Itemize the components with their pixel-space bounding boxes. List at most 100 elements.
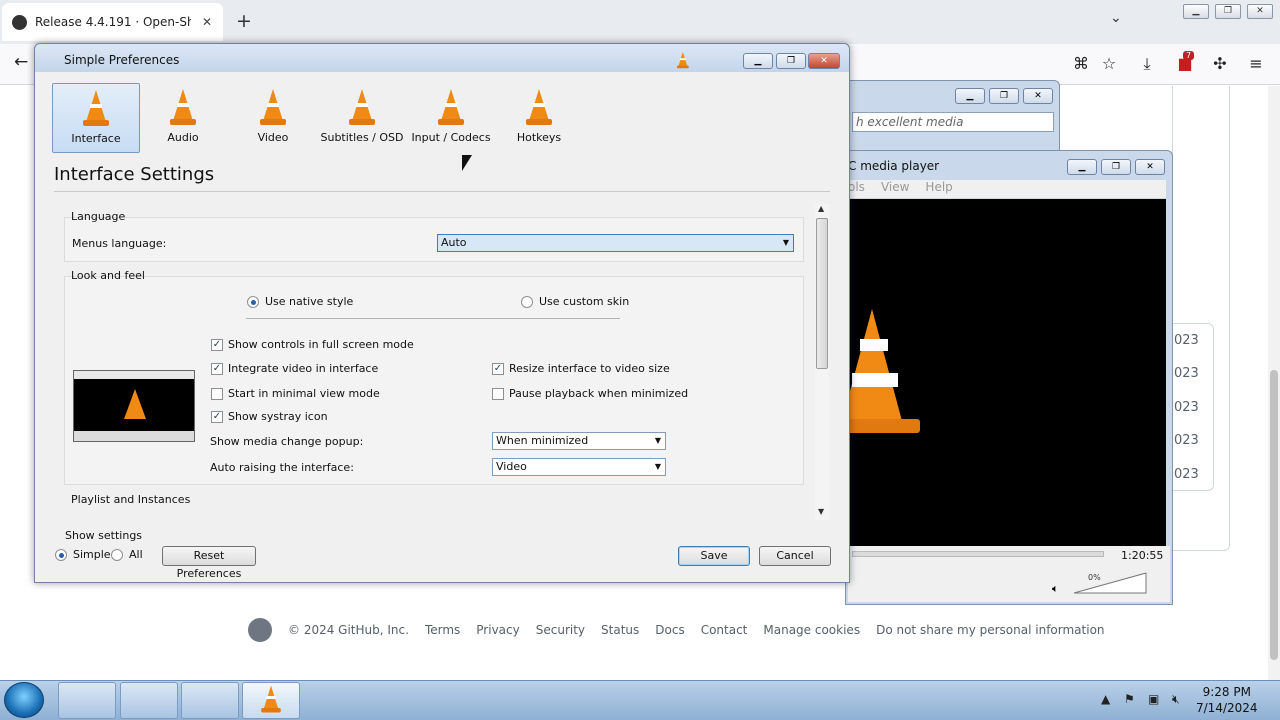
scroll-down-icon[interactable]: ▼ [818, 507, 824, 516]
vlc-close-button[interactable]: ✕ [1135, 159, 1165, 175]
category-hotkeys-label: Hotkeys [516, 131, 562, 144]
show-controls-label[interactable]: Show controls in full screen mode [228, 338, 414, 351]
footer-link-terms[interactable]: Terms [425, 623, 460, 637]
release-year-1[interactable]: 023 [1174, 333, 1199, 348]
save-button[interactable]: Save [678, 546, 750, 566]
pause-minimized-label[interactable]: Pause playback when minimized [509, 387, 688, 400]
cancel-button[interactable]: Cancel [759, 546, 831, 566]
prefs-minimize-button[interactable]: ▁ [743, 53, 773, 69]
reset-preferences-button[interactable]: Reset Preferences [162, 546, 256, 580]
category-hotkeys[interactable]: Hotkeys [495, 83, 583, 153]
library-minimize-button[interactable]: ▁ [955, 88, 985, 104]
library-close-button[interactable]: ✕ [1023, 88, 1053, 104]
settings-scroll-thumb[interactable] [816, 218, 828, 369]
show-controls-checkbox[interactable]: ✓ [211, 339, 223, 351]
vlc-restore-button[interactable]: ❐ [1101, 159, 1131, 175]
resize-interface-checkbox[interactable]: ✓ [492, 363, 504, 375]
taskbar-app-3[interactable] [181, 682, 239, 719]
resize-interface-label[interactable]: Resize interface to video size [509, 362, 670, 375]
media-popup-select[interactable]: When minimized ▼ [492, 432, 666, 450]
vlc-search-input[interactable]: h excellent media [852, 112, 1054, 132]
category-interface[interactable]: Interface [52, 83, 140, 153]
vlc-minimize-button[interactable]: ▁ [1067, 159, 1097, 175]
prefs-restore-button[interactable]: ❐ [776, 53, 806, 69]
browser-tab[interactable]: Release 4.4.191 · Open-Shell/Op ✕ [2, 3, 223, 41]
taskbar-vlc-app[interactable] [242, 682, 300, 719]
custom-skin-radio[interactable] [521, 296, 533, 308]
category-subtitles[interactable]: Subtitles / OSD [318, 83, 406, 153]
footer-link-do-not-share[interactable]: Do not share my personal information [876, 623, 1104, 637]
footer-link-security[interactable]: Security [536, 623, 585, 637]
release-year-2[interactable]: 023 [1174, 366, 1199, 381]
minimal-view-label[interactable]: Start in minimal view mode [228, 387, 380, 400]
tab-close-icon[interactable]: ✕ [199, 15, 215, 29]
show-all-radio[interactable] [111, 549, 123, 561]
native-style-label[interactable]: Use native style [265, 295, 353, 308]
category-video-label: Video [257, 131, 289, 144]
footer-link-docs[interactable]: Docs [655, 623, 684, 637]
footer-copyright: © 2024 GitHub, Inc. [288, 623, 409, 637]
category-input-codecs[interactable]: Input / Codecs [407, 83, 495, 153]
dropdown-arrow-icon: ▼ [782, 238, 789, 247]
taskbar-browser-app[interactable] [58, 682, 116, 719]
show-simple-label[interactable]: Simple [73, 548, 111, 561]
scroll-up-icon[interactable]: ▲ [818, 204, 824, 213]
footer-link-privacy[interactable]: Privacy [476, 623, 519, 637]
start-button[interactable] [4, 682, 44, 718]
systray-label[interactable]: Show systray icon [228, 410, 328, 423]
systray-checkbox[interactable]: ✓ [211, 411, 223, 423]
footer-link-contact[interactable]: Contact [701, 623, 748, 637]
vlc-menu-view[interactable]: View [881, 180, 909, 198]
tray-expand-icon[interactable]: ▲ [1101, 692, 1110, 706]
vlc-volume-slider[interactable] [1072, 572, 1148, 594]
vlc-menu-help[interactable]: Help [925, 180, 952, 198]
vlc-menu-tools[interactable]: ols [848, 180, 865, 198]
back-arrow-icon[interactable]: ← [14, 52, 28, 72]
fingerprint-icon[interactable]: ⌘ [1071, 54, 1091, 73]
taskbar-clock[interactable]: 9:28 PM 7/14/2024 [1196, 684, 1258, 716]
show-settings-label: Show settings [65, 529, 143, 542]
native-style-radio[interactable] [247, 296, 259, 308]
pause-minimized-checkbox[interactable] [492, 388, 504, 400]
category-audio[interactable]: Audio [139, 83, 227, 153]
extensions-puzzle-icon[interactable]: ✣ [1210, 54, 1230, 73]
extension-badge: 7 [1183, 51, 1195, 60]
taskbar-explorer-app[interactable] [120, 682, 178, 719]
browser-minimize-button[interactable]: ▁ [1183, 4, 1209, 19]
new-tab-button[interactable]: + [236, 10, 252, 32]
category-video[interactable]: Video [229, 83, 317, 153]
release-year-4[interactable]: 023 [1174, 433, 1199, 448]
show-all-label[interactable]: All [129, 548, 143, 561]
integrate-video-checkbox[interactable]: ✓ [211, 363, 223, 375]
speaker-icon[interactable]: 🔈︎ [1052, 582, 1059, 596]
release-year-5[interactable]: 023 [1174, 467, 1199, 482]
page-scroll-thumb[interactable] [1270, 370, 1278, 660]
action-center-flag-icon[interactable]: ⚑ [1124, 692, 1135, 706]
prefs-title: Simple Preferences [64, 53, 180, 67]
custom-skin-label[interactable]: Use custom skin [539, 295, 629, 308]
menus-language-select[interactable]: Auto ▼ [437, 234, 794, 252]
footer-link-manage-cookies[interactable]: Manage cookies [763, 623, 860, 637]
menu-hamburger-icon[interactable]: ≡ [1246, 54, 1266, 73]
browser-close-button[interactable]: ✕ [1247, 4, 1273, 19]
minimal-view-checkbox[interactable] [211, 388, 223, 400]
bookmark-star-icon[interactable]: ☆ [1099, 54, 1119, 73]
category-audio-label: Audio [167, 131, 199, 144]
vlc-volume-percent: 0% [1088, 573, 1101, 582]
auto-raise-select[interactable]: Video ▼ [492, 458, 666, 476]
volume-muted-icon[interactable]: 🔇︎ [1172, 692, 1180, 707]
library-restore-button[interactable]: ❐ [989, 88, 1019, 104]
network-icon[interactable]: ▣ [1148, 692, 1159, 706]
settings-heading: Interface Settings [54, 164, 215, 185]
footer-link-status[interactable]: Status [601, 623, 639, 637]
prefs-close-button[interactable]: ✕ [808, 53, 840, 69]
download-icon[interactable]: ⤓ [1137, 54, 1157, 74]
vlc-seek-bar[interactable] [852, 551, 1104, 557]
auto-raise-value: Video [496, 460, 527, 473]
show-simple-radio[interactable] [55, 549, 67, 561]
release-year-3[interactable]: 023 [1174, 400, 1199, 415]
integrate-video-label[interactable]: Integrate video in interface [228, 362, 378, 375]
browser-restore-button[interactable]: ❐ [1215, 4, 1241, 19]
list-tabs-chevron-icon[interactable]: ⌄ [1110, 10, 1122, 26]
vlc-video-area[interactable] [850, 199, 1166, 546]
